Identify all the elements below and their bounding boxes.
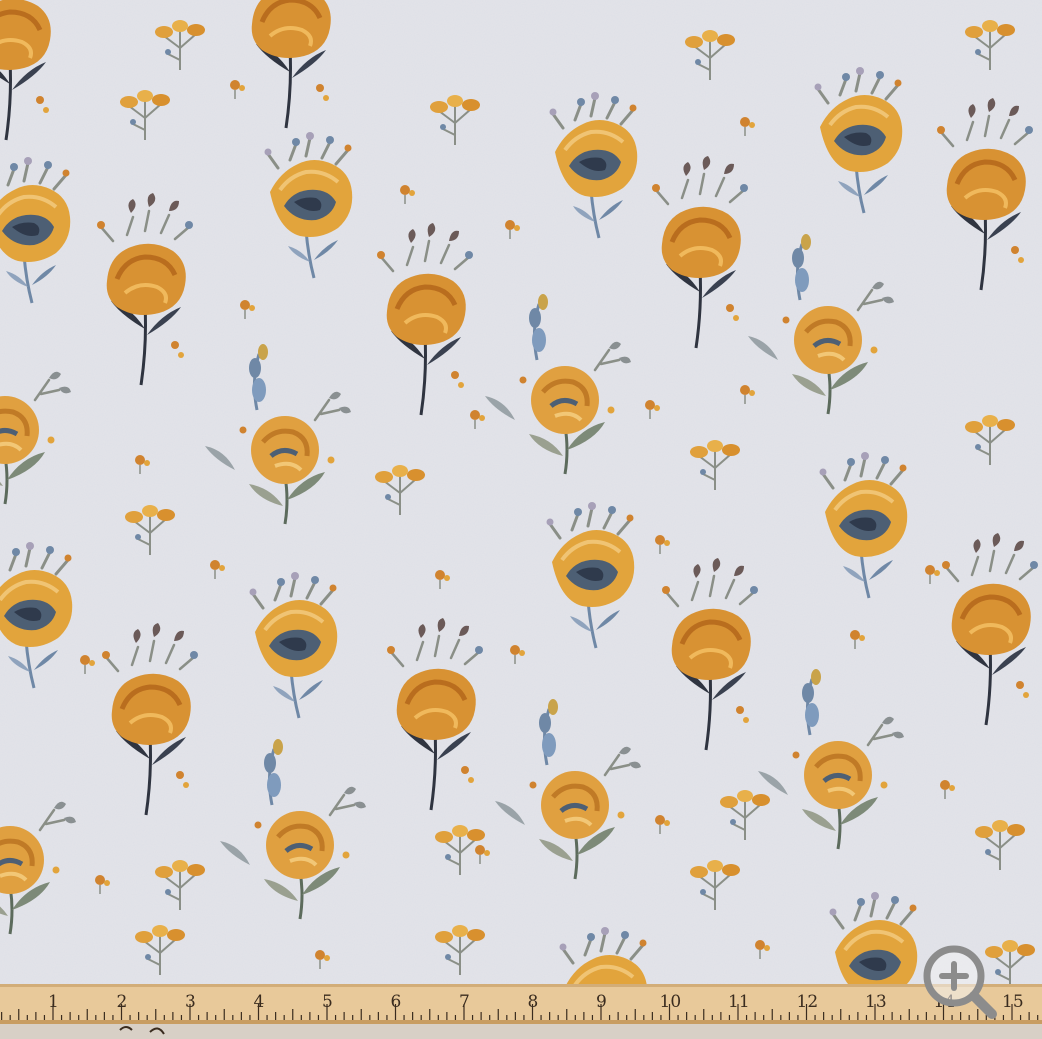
floral-fabric-pattern — [0, 0, 1042, 1039]
ruler — [0, 984, 1042, 1039]
fabric-photo: 123456789101112131415 — [0, 0, 1042, 1039]
zoom-in-magnifier-icon[interactable] — [918, 940, 998, 1020]
